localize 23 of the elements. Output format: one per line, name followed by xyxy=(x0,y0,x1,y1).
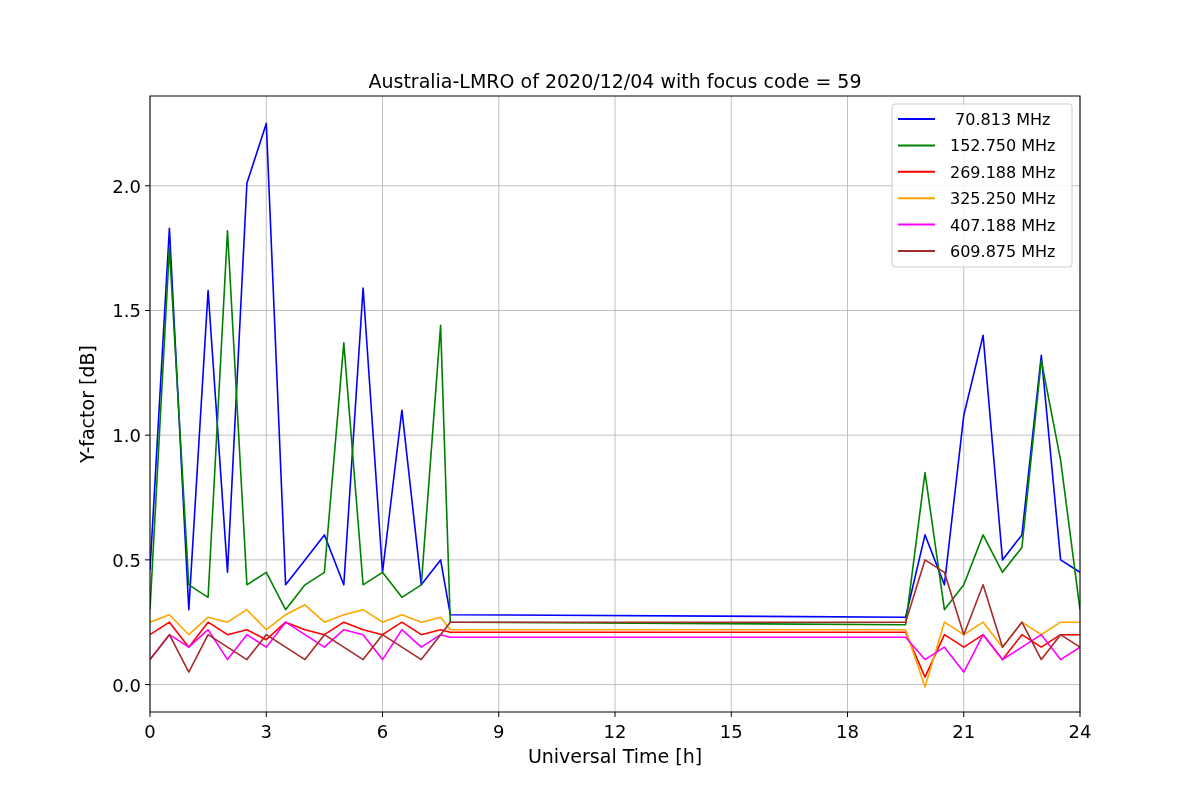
legend-label: 152.750 MHz xyxy=(950,136,1056,156)
y-tick-label: 1.0 xyxy=(112,425,141,447)
x-tick-label: 21 xyxy=(952,721,976,742)
x-tick-label: 3 xyxy=(260,721,272,742)
chart-title: Australia-LMRO of 2020/12/04 with focus code = 59 xyxy=(368,70,862,92)
x-tick-label: 6 xyxy=(376,721,389,742)
y-tick-label: 0.0 xyxy=(112,674,141,696)
legend-label: 325.250 MHz xyxy=(950,189,1056,209)
x-tick-label: 15 xyxy=(719,721,743,742)
x-tick-label: 24 xyxy=(1068,721,1092,742)
x-tick-label: 0 xyxy=(144,721,156,742)
y-tick-label: 0.5 xyxy=(112,549,141,571)
x-tick-label: 12 xyxy=(603,721,627,742)
x-tick-label: 9 xyxy=(493,721,505,742)
legend-label: 609.875 MHz xyxy=(950,242,1056,261)
y-axis-label: Y-factor [dB] xyxy=(76,345,98,463)
legend-label: 407.188 MHz xyxy=(950,215,1056,235)
legend-label: 70.813 MHz xyxy=(955,110,1051,129)
x-axis-label: Universal Time [h] xyxy=(527,745,703,767)
x-tick-label: 18 xyxy=(836,721,859,742)
legend-label: 269.188 MHz xyxy=(950,162,1056,182)
y-tick-label: 2.0 xyxy=(112,175,141,197)
y-tick-label: 1.5 xyxy=(112,300,141,322)
